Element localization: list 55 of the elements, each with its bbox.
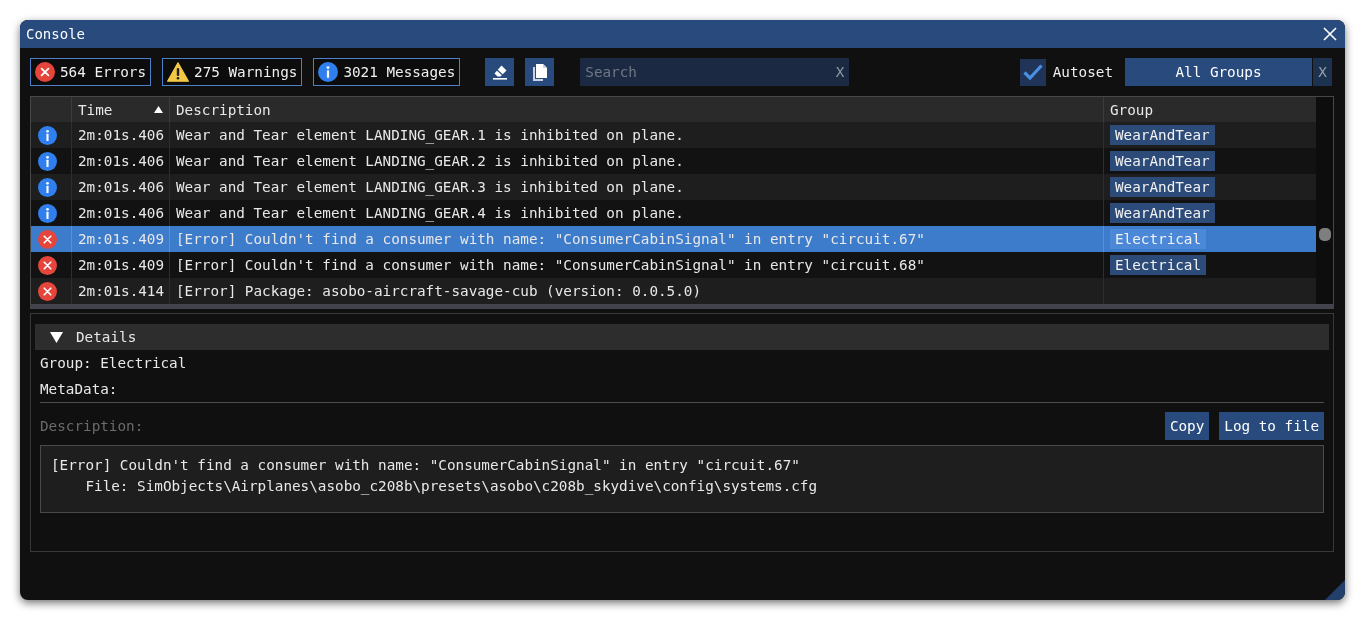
log-row[interactable]: 2m:01s.406 Wear and Tear element LANDING_GEAR.1 is inhibited on plane. WearAndTear [31, 122, 1316, 148]
info-icon [38, 125, 57, 145]
description-text: [Error] Couldn't find a consumer with name: "ConsumerCabinSignal" in entry "circuit.67" File: SimObjects\Airplanes\asobo_c208b\presets\asobo\c208b_skydive\config\systems.cfg [51, 456, 819, 497]
clear-group-button[interactable]: X [1313, 58, 1332, 86]
resize-grip-icon[interactable] [1325, 580, 1345, 600]
log-row[interactable]: 2m:01s.414 [Error] Package: asobo-aircraft-savage-cub (version: 0.0.5.0) [31, 278, 1316, 304]
column-title: Group [1110, 101, 1154, 118]
log-row[interactable]: 2m:01s.406 Wear and Tear element LANDING_GEAR.3 is inhibited on plane. WearAndTear [31, 174, 1316, 200]
clear-search-button[interactable]: X [834, 64, 846, 80]
info-icon [38, 203, 57, 223]
autoset-label: Autoset [1052, 64, 1113, 80]
clear-log-button[interactable] [485, 58, 515, 86]
disclosure-triangle-icon [50, 331, 63, 343]
filter-button[interactable]: 3021 Messages [313, 58, 461, 86]
description-cell: [Error] Package: asobo-aircraft-savage-cub (version: 0.0.5.0) [170, 278, 1104, 304]
column-title: Time [78, 101, 113, 118]
detail-line: MetaData: [40, 380, 119, 399]
details-title: Details [76, 329, 137, 345]
close-button[interactable] [1323, 27, 1337, 41]
warning-icon [167, 62, 190, 82]
group-tag: WearAndTear [1110, 203, 1215, 223]
document-copy-icon [531, 62, 548, 82]
error-icon [38, 229, 57, 249]
eraser-icon [491, 64, 508, 80]
group-tag: WearAndTear [1110, 151, 1215, 171]
column-header[interactable]: Group [1104, 97, 1316, 122]
group-filter-dropdown[interactable]: All Groups [1125, 58, 1312, 86]
sort-arrow-icon [154, 106, 163, 113]
info-icon [38, 151, 57, 171]
error-icon [35, 62, 55, 82]
group-tag: WearAndTear [1110, 177, 1215, 197]
action-button[interactable]: Log to file [1219, 412, 1324, 440]
log-row[interactable]: 2m:01s.409 [Error] Couldn't find a consumer with name: "ConsumerCabinSignal" in entry "circuit.67" Electrical [31, 226, 1316, 252]
info-icon [38, 177, 57, 197]
autoset-checkbox[interactable] [1019, 58, 1046, 86]
error-icon [38, 281, 57, 301]
description-label: Description: [40, 418, 144, 434]
detail-line: Group: Electrical [40, 354, 188, 373]
details-header[interactable]: Details [35, 324, 1329, 350]
info-icon [318, 62, 339, 82]
filter-button[interactable]: 275 Warnings [162, 58, 303, 86]
search-field[interactable]: Search X [580, 58, 850, 86]
group-tag: Electrical [1110, 229, 1207, 249]
copy-log-button[interactable] [525, 58, 555, 86]
group-tag: Electrical [1110, 255, 1207, 275]
window-title: Console [26, 26, 85, 42]
column-title: Description [176, 101, 271, 118]
error-icon [38, 255, 57, 275]
group-tag: WearAndTear [1110, 125, 1215, 145]
time-cell: 2m:01s.414 [72, 278, 170, 304]
action-button[interactable]: Copy [1164, 412, 1210, 440]
close-icon [1323, 27, 1337, 41]
filter-button[interactable]: 564 Errors [30, 58, 152, 86]
checkmark-icon [1022, 64, 1043, 80]
scrollbar-thumb[interactable] [1319, 228, 1331, 241]
